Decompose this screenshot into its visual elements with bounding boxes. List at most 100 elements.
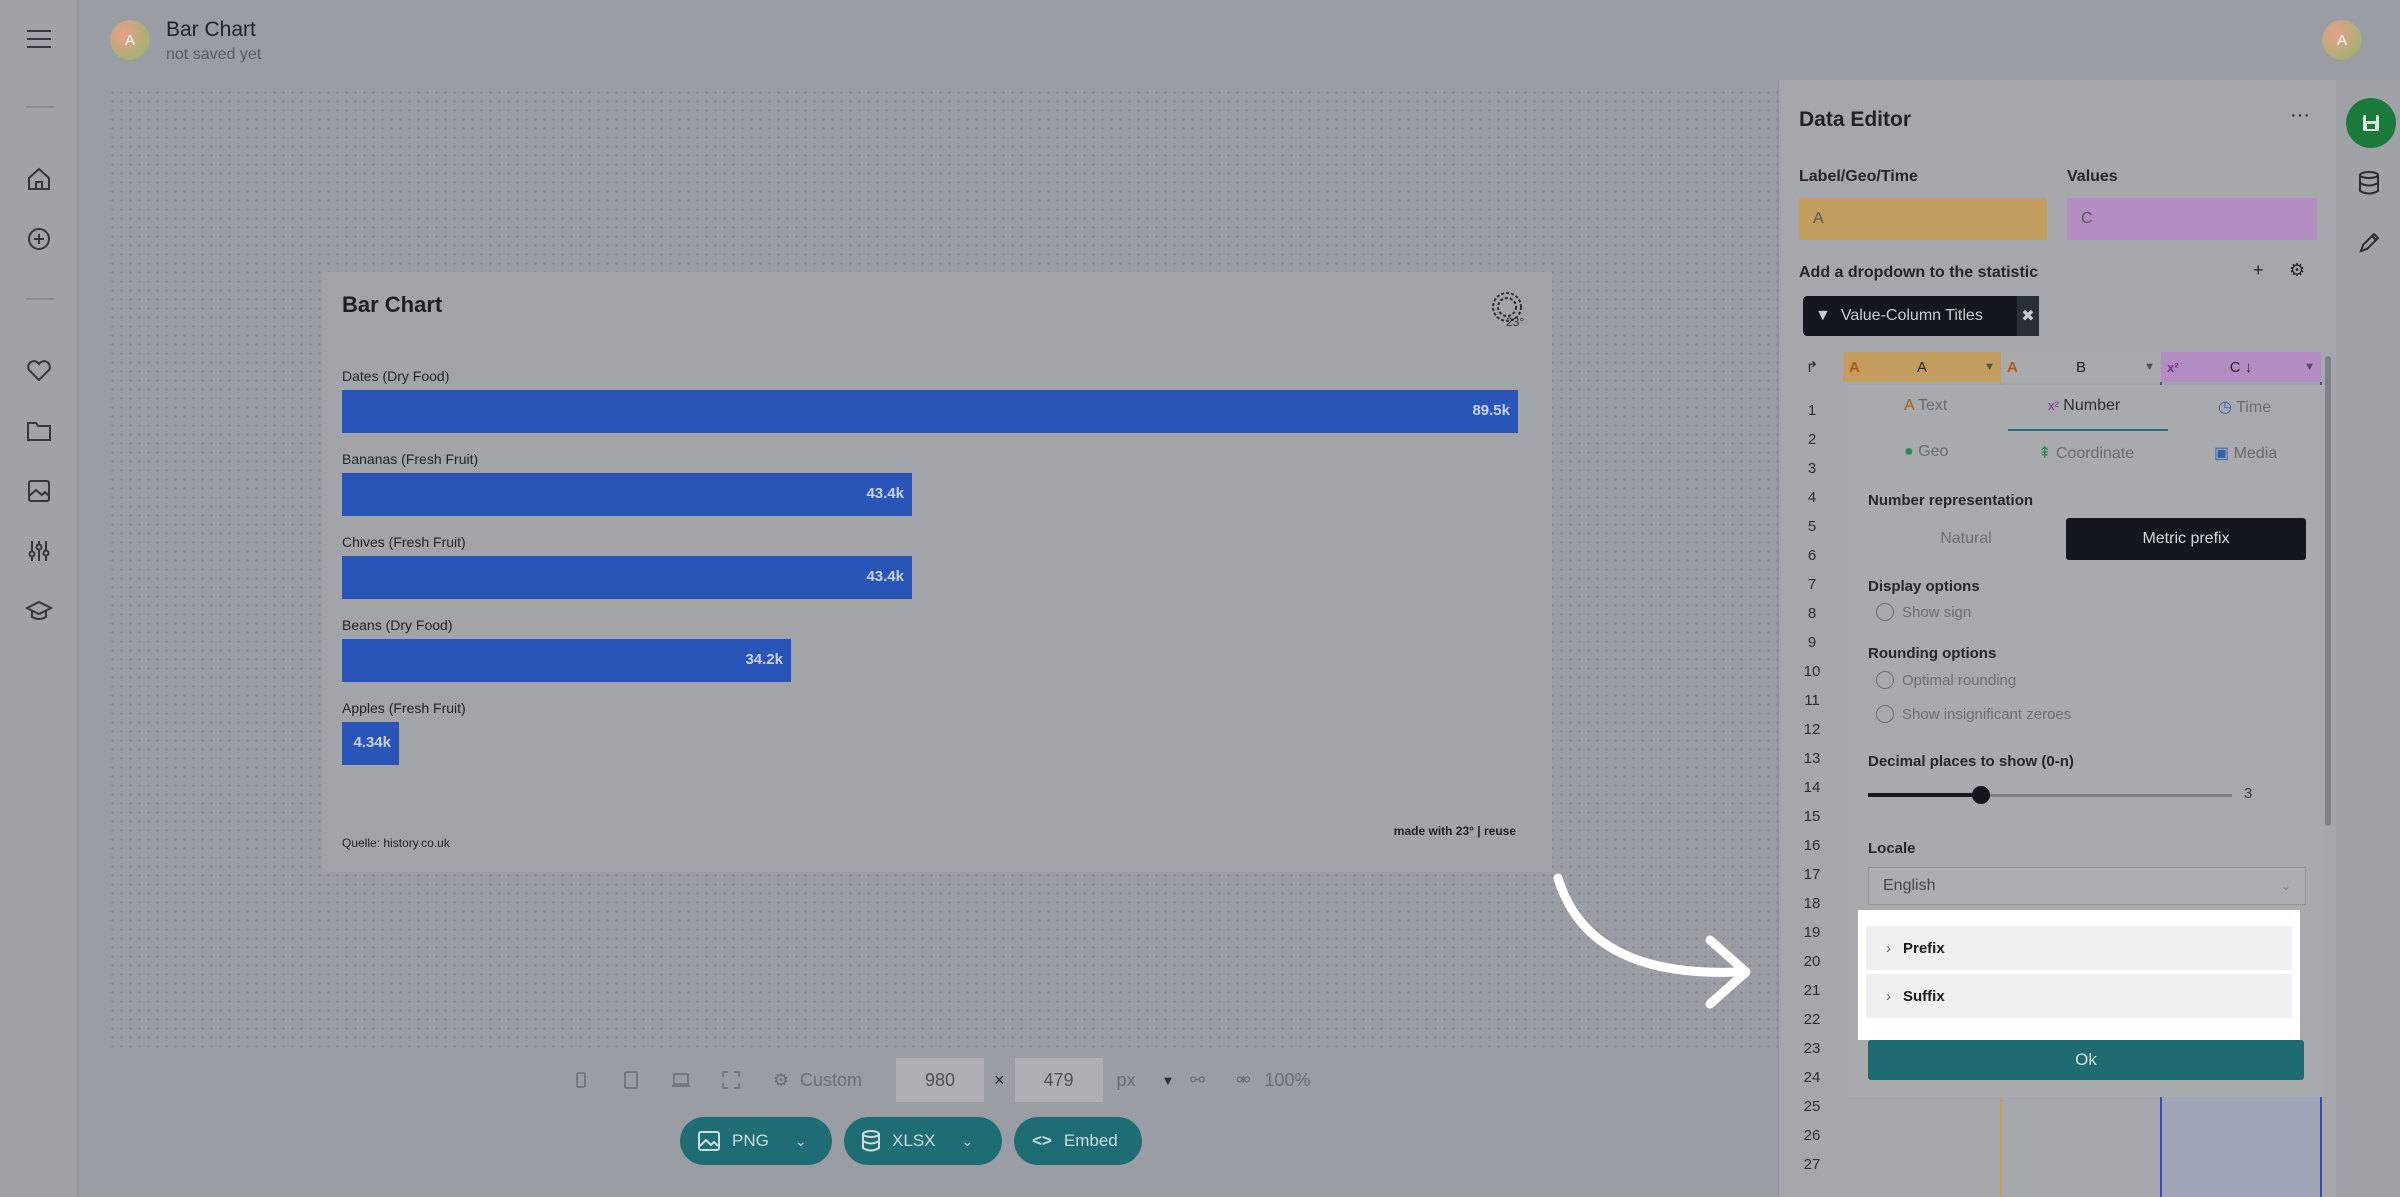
bar[interactable]: 34.2k bbox=[342, 639, 791, 682]
tab-number[interactable]: x² Number bbox=[2048, 397, 2120, 415]
unit-dropdown-icon[interactable]: ▼ bbox=[1162, 1073, 1175, 1088]
menu-icon[interactable] bbox=[24, 24, 54, 54]
tab-time[interactable]: ◷ Time bbox=[2218, 397, 2271, 417]
column-header-b[interactable]: A B ▼ bbox=[2001, 352, 2161, 382]
natural-option[interactable]: Natural bbox=[1868, 518, 2064, 560]
row-number[interactable]: 15 bbox=[1781, 802, 1843, 831]
gear-icon[interactable]: ⚙ bbox=[770, 1069, 792, 1091]
link-icon[interactable]: ⚯ bbox=[1186, 1069, 1208, 1091]
save-button[interactable] bbox=[2346, 98, 2396, 148]
tab-media[interactable]: ▣ Media bbox=[2214, 443, 2277, 463]
column-menu-icon[interactable]: ▼ bbox=[1984, 361, 1995, 373]
chevron-down-icon[interactable]: ⌄ bbox=[961, 1133, 973, 1150]
row-number[interactable]: 23 bbox=[1781, 1034, 1843, 1063]
corner-cell-icon[interactable]: ↱ bbox=[1781, 352, 1843, 382]
embed-button[interactable]: <> Embed bbox=[1014, 1117, 1142, 1165]
locale-select[interactable]: English ⌄ bbox=[1868, 867, 2306, 905]
graduation-cap-icon[interactable] bbox=[24, 596, 54, 626]
row-number[interactable]: 22 bbox=[1781, 1005, 1843, 1034]
export-xlsx-button[interactable]: XLSX ⌄ bbox=[844, 1117, 1002, 1165]
sliders-icon[interactable] bbox=[24, 536, 54, 566]
row-number[interactable]: 21 bbox=[1781, 976, 1843, 1005]
fullscreen-size-icon[interactable] bbox=[720, 1069, 742, 1091]
heart-icon[interactable] bbox=[24, 356, 54, 386]
unlink-icon[interactable]: ⚮ bbox=[1232, 1069, 1254, 1091]
row-number[interactable]: 11 bbox=[1781, 686, 1843, 715]
row-number[interactable]: 26 bbox=[1781, 1121, 1843, 1150]
bar[interactable]: 89.5k bbox=[342, 390, 1518, 433]
bar[interactable]: 43.4k bbox=[342, 473, 912, 516]
column-menu-icon[interactable]: ▼ bbox=[2144, 361, 2155, 373]
made-with-credit[interactable]: made with 23° | reuse bbox=[1394, 824, 1516, 838]
radio-button[interactable] bbox=[1876, 705, 1894, 723]
row-number[interactable]: 18 bbox=[1781, 889, 1843, 918]
row-number[interactable]: 13 bbox=[1781, 744, 1843, 773]
column-menu-icon[interactable]: ▼ bbox=[2304, 361, 2315, 373]
tab-coordinate[interactable]: ⇞ Coordinate bbox=[2038, 443, 2134, 463]
row-number[interactable]: 7 bbox=[1781, 570, 1843, 599]
row-number[interactable]: 3 bbox=[1781, 454, 1843, 483]
row-number[interactable]: 14 bbox=[1781, 773, 1843, 802]
close-icon[interactable]: ✖ bbox=[2017, 296, 2039, 336]
tab-geo[interactable]: ● Geo bbox=[1904, 443, 1948, 461]
tab-text[interactable]: A Text bbox=[1904, 397, 1947, 415]
width-input[interactable]: 980 bbox=[896, 1058, 985, 1102]
column-header-a[interactable]: A A ▼ bbox=[1843, 352, 2001, 382]
folder-icon[interactable] bbox=[24, 416, 54, 446]
row-number[interactable]: 1 bbox=[1781, 396, 1843, 425]
more-options-icon[interactable]: ··· bbox=[2290, 104, 2310, 127]
row-number[interactable]: 16 bbox=[1781, 831, 1843, 860]
row-number[interactable]: 6 bbox=[1781, 541, 1843, 570]
radio-button[interactable] bbox=[1876, 671, 1894, 689]
radio-button[interactable] bbox=[1876, 603, 1894, 621]
row-number[interactable]: 25 bbox=[1781, 1092, 1843, 1121]
database-icon[interactable] bbox=[2354, 168, 2384, 198]
user-avatar[interactable]: A bbox=[2322, 20, 2362, 60]
row-number[interactable]: 10 bbox=[1781, 657, 1843, 686]
row-number[interactable]: 8 bbox=[1781, 599, 1843, 628]
add-dropdown-icon[interactable]: + bbox=[2253, 260, 2264, 281]
laptop-size-icon[interactable] bbox=[670, 1069, 692, 1091]
label-column-field[interactable]: A bbox=[1799, 198, 2047, 240]
decimal-value[interactable]: 3 bbox=[2244, 785, 2252, 802]
document-title[interactable]: Bar Chart bbox=[166, 18, 256, 42]
column-header-c[interactable]: x² C ↓ ▼ bbox=[2161, 352, 2321, 382]
suffix-accordion[interactable]: › Suffix bbox=[1866, 974, 2292, 1018]
row-number[interactable]: 20 bbox=[1781, 947, 1843, 976]
chart-card[interactable]: Bar Chart 23° Dates (Dry Food) 89.5k Banan… bbox=[322, 272, 1552, 872]
gear-icon[interactable]: ⚙ bbox=[2289, 260, 2305, 281]
metric-prefix-option[interactable]: Metric prefix bbox=[2066, 518, 2306, 560]
bar[interactable]: 43.4k bbox=[342, 556, 912, 599]
row-number[interactable]: 5 bbox=[1781, 512, 1843, 541]
image-icon[interactable] bbox=[24, 476, 54, 506]
tablet-size-icon[interactable] bbox=[620, 1069, 642, 1091]
row-number[interactable]: 17 bbox=[1781, 860, 1843, 889]
prefix-accordion[interactable]: › Prefix bbox=[1866, 926, 2292, 970]
row-number[interactable]: 2 bbox=[1781, 425, 1843, 454]
chevron-down-icon[interactable]: ⌄ bbox=[795, 1133, 807, 1150]
add-icon[interactable] bbox=[24, 224, 54, 254]
row-number[interactable]: 27 bbox=[1781, 1150, 1843, 1179]
row-number[interactable]: 12 bbox=[1781, 715, 1843, 744]
show-zeroes-option[interactable]: Show insignificant zeroes bbox=[1876, 705, 2071, 723]
pencil-icon[interactable] bbox=[2354, 228, 2384, 258]
values-field[interactable]: C bbox=[2067, 198, 2317, 240]
show-sign-option[interactable]: Show sign bbox=[1876, 603, 1971, 621]
scrollbar[interactable] bbox=[2325, 356, 2331, 826]
project-avatar[interactable]: A bbox=[110, 20, 150, 60]
row-number[interactable]: 9 bbox=[1781, 628, 1843, 657]
decimal-slider-handle[interactable] bbox=[1972, 786, 1990, 804]
phone-size-icon[interactable] bbox=[570, 1069, 592, 1091]
home-icon[interactable] bbox=[24, 164, 54, 194]
row-number[interactable]: 19 bbox=[1781, 918, 1843, 947]
height-input[interactable]: 479 bbox=[1014, 1058, 1103, 1102]
export-png-button[interactable]: PNG ⌄ bbox=[680, 1117, 832, 1165]
filter-chip[interactable]: ▼ Value-Column Titles ✖ bbox=[1803, 296, 2039, 336]
row-number[interactable]: 24 bbox=[1781, 1063, 1843, 1092]
row-number[interactable]: 4 bbox=[1781, 483, 1843, 512]
ok-button[interactable]: Ok bbox=[1868, 1040, 2304, 1080]
bar[interactable]: 4.34k bbox=[342, 722, 399, 765]
size-preset[interactable]: Custom bbox=[800, 1070, 862, 1091]
optimal-rounding-option[interactable]: Optimal rounding bbox=[1876, 671, 2016, 689]
zoom-level[interactable]: 100% bbox=[1264, 1070, 1310, 1091]
